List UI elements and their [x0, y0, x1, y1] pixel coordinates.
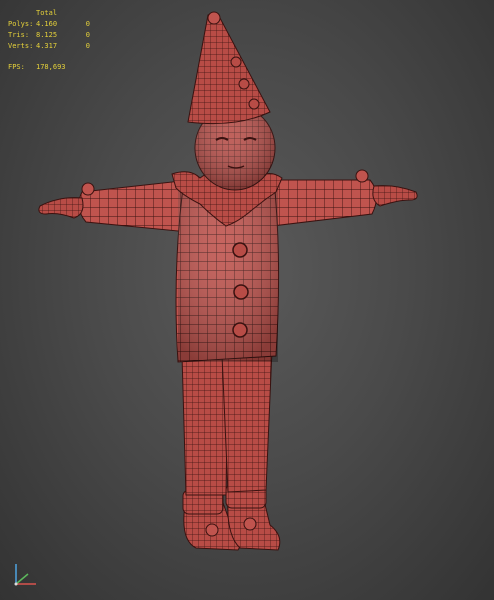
clown-hat — [187, 11, 271, 125]
clown-legs — [181, 349, 273, 496]
clown-model[interactable] — [0, 0, 494, 600]
3d-viewport[interactable]: Total Polys: 4.160 0 Tris: 8.125 0 Verts… — [0, 0, 494, 600]
axis-gizmo-icon — [14, 564, 36, 586]
